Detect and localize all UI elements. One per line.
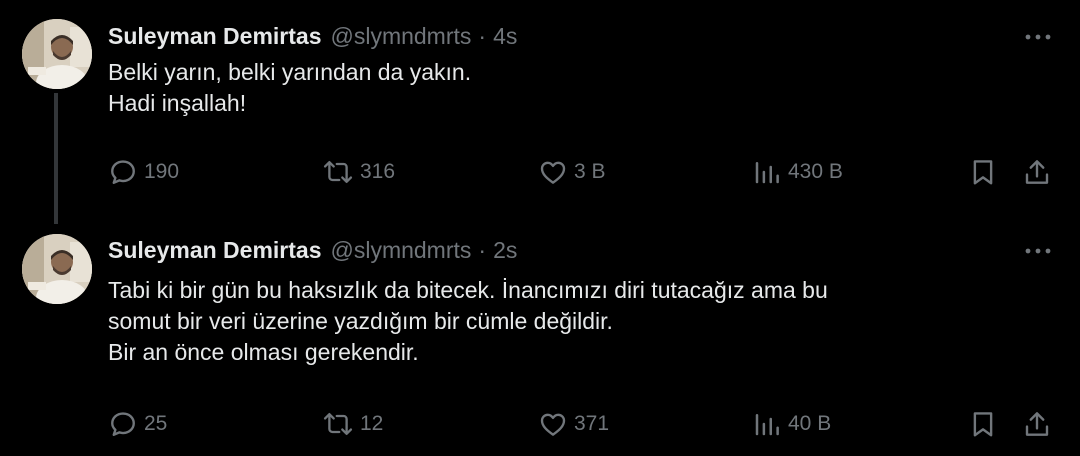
bookmark-button[interactable]: [968, 407, 998, 441]
retweet-count: 12: [360, 412, 384, 435]
share-icon: [1022, 157, 1052, 187]
author-name[interactable]: Suleyman Demirtas: [108, 23, 321, 50]
retweet-icon: [322, 409, 354, 439]
author-name[interactable]: Suleyman Demirtas: [108, 237, 321, 264]
share-button[interactable]: [1022, 407, 1052, 441]
tweet[interactable]: Suleyman Demirtas @slymndmrts · 4s Belki…: [0, 0, 1080, 226]
author-handle[interactable]: @slymndmrts: [330, 237, 471, 264]
tweet-text-line: Tabi ki bir gün bu haksızlık da bitecek.…: [108, 277, 828, 303]
timestamp[interactable]: 2s: [493, 237, 517, 264]
avatar[interactable]: [22, 234, 92, 304]
tweet-text: Tabi ki bir gün bu haksızlık da bitecek.…: [108, 275, 1048, 368]
reply-count: 190: [144, 160, 180, 183]
more-icon: [1025, 241, 1051, 259]
tweet-header: Suleyman Demirtas @slymndmrts · 4s: [108, 20, 517, 52]
more-options-button[interactable]: [1018, 20, 1058, 52]
retweet-button[interactable]: 316: [322, 155, 395, 189]
views-count: 40 B: [788, 412, 832, 435]
more-options-button[interactable]: [1018, 234, 1058, 266]
views-button[interactable]: 430 B: [752, 155, 843, 189]
reply-button[interactable]: 25: [108, 407, 167, 441]
like-icon: [538, 409, 568, 439]
like-count: 3 B: [574, 160, 606, 183]
reply-button[interactable]: 190: [108, 155, 179, 189]
action-bar: 25 12 371 40 B: [0, 407, 1080, 441]
retweet-icon: [322, 157, 354, 187]
like-icon: [538, 157, 568, 187]
tweet-text-line: somut bir veri üzerine yazdığım bir cüml…: [108, 308, 613, 334]
tweet-text-line: Bir an önce olması gerekendir.: [108, 339, 419, 365]
tweet-header: Suleyman Demirtas @slymndmrts · 2s: [108, 234, 517, 266]
bookmark-button[interactable]: [968, 155, 998, 189]
tweet-text-line: Hadi inşallah!: [108, 90, 247, 116]
reply-count: 25: [144, 412, 168, 435]
tweet[interactable]: Suleyman Demirtas @slymndmrts · 2s Tabi …: [0, 226, 1080, 456]
more-icon: [1025, 27, 1051, 45]
separator-dot: ·: [478, 22, 487, 49]
action-bar: 190 316 3 B 430 B: [0, 155, 1080, 189]
retweet-button[interactable]: 12: [322, 407, 383, 441]
views-icon: [752, 409, 782, 439]
bookmark-icon: [968, 157, 998, 187]
bookmark-icon: [968, 409, 998, 439]
separator-dot: ·: [478, 236, 487, 263]
views-count: 430 B: [788, 160, 843, 183]
timestamp[interactable]: 4s: [493, 23, 517, 50]
avatar[interactable]: [22, 19, 92, 89]
author-handle[interactable]: @slymndmrts: [330, 23, 471, 50]
like-button[interactable]: 3 B: [538, 155, 606, 189]
views-button[interactable]: 40 B: [752, 407, 831, 441]
share-icon: [1022, 409, 1052, 439]
reply-icon: [108, 409, 138, 439]
share-button[interactable]: [1022, 155, 1052, 189]
tweet-text: Belki yarın, belki yarından da yakın. Ha…: [108, 57, 1048, 119]
like-count: 371: [574, 412, 610, 435]
views-icon: [752, 157, 782, 187]
like-button[interactable]: 371: [538, 407, 609, 441]
tweet-text-line: Belki yarın, belki yarından da yakın.: [108, 59, 472, 85]
retweet-count: 316: [360, 160, 396, 183]
reply-icon: [108, 157, 138, 187]
